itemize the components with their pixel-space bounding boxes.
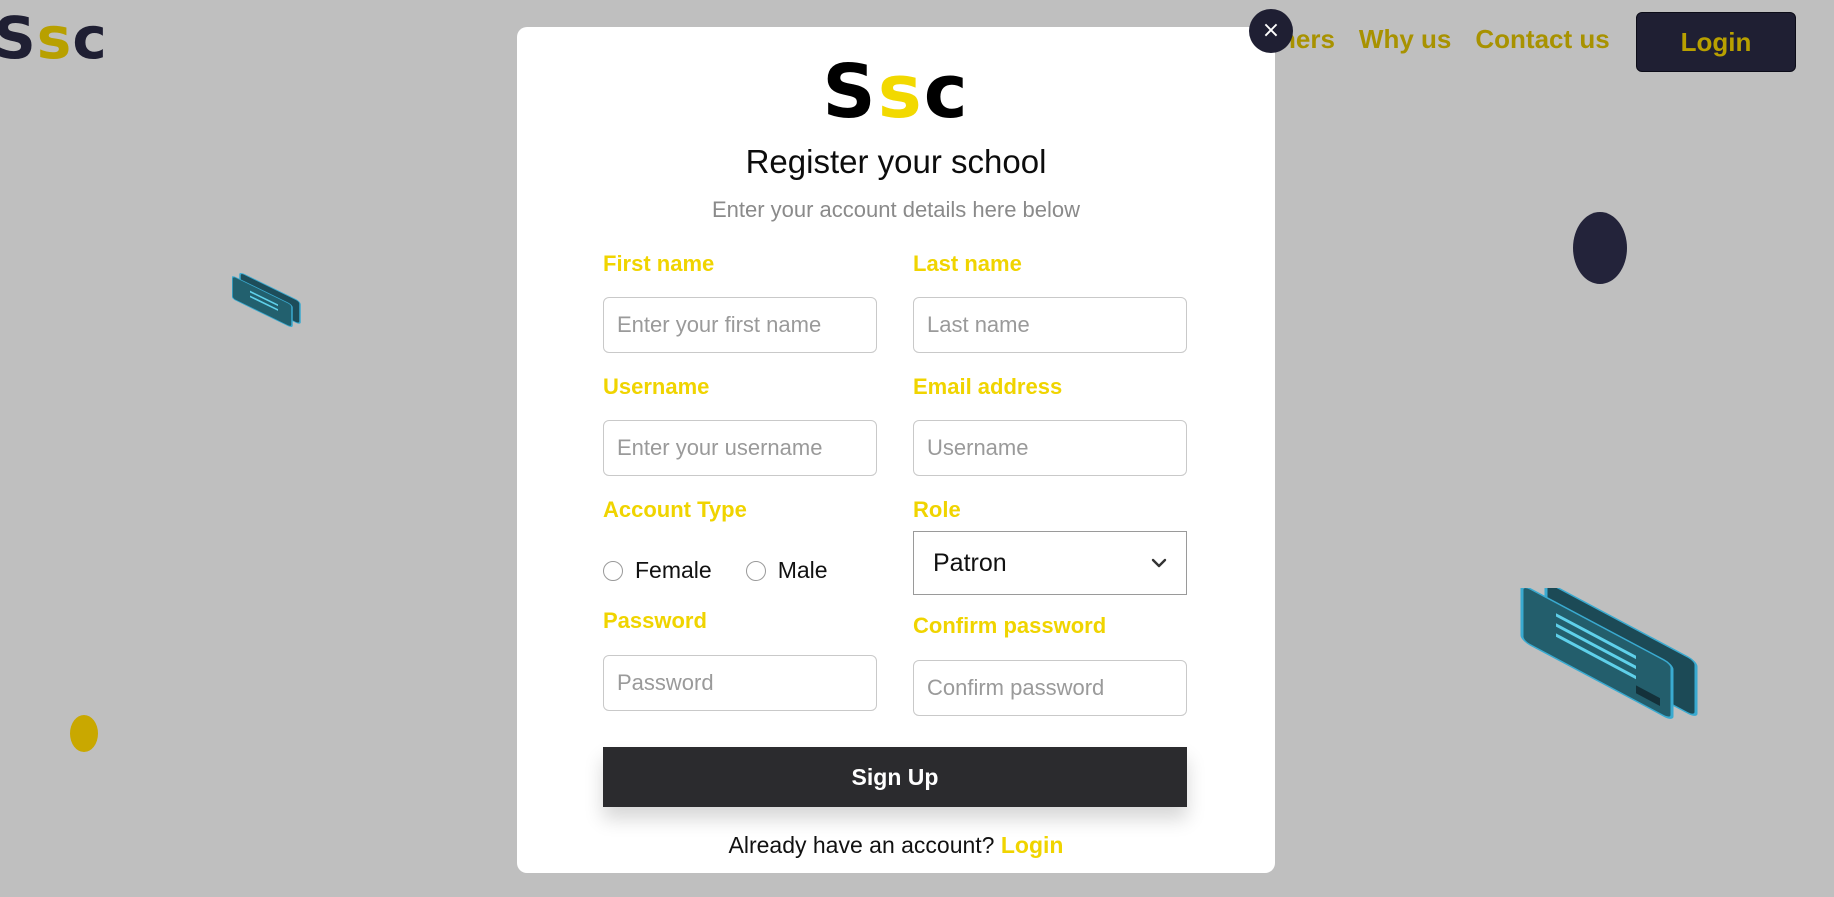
modal-title: Register your school (745, 143, 1047, 180)
logo-letter: S (0, 4, 37, 72)
logo-letter: S (822, 49, 878, 135)
role-select[interactable]: Patron (913, 531, 1187, 595)
username-label: Username (603, 374, 710, 399)
modal-logo: Ssc (517, 55, 1275, 129)
role-select-value: Patron (933, 548, 1007, 577)
logo-letter: s (877, 49, 924, 135)
confirm-password-input[interactable] (913, 660, 1187, 716)
account-type-radio-group: Female Male (603, 557, 862, 584)
login-prompt: Already have an account? Login (517, 832, 1275, 859)
username-input[interactable] (603, 420, 877, 476)
email-input[interactable] (913, 420, 1187, 476)
register-modal: Ssc Register your school Enter your acco… (517, 27, 1275, 873)
logo-letter: c (923, 49, 970, 135)
password-label: Password (603, 608, 707, 633)
radio-male[interactable] (745, 560, 766, 581)
account-type-label: Account Type (603, 497, 747, 522)
last-name-input[interactable] (913, 297, 1187, 353)
radio-label-male: Male (777, 557, 828, 583)
top-nav: ners Why us Contact us (1280, 24, 1610, 55)
first-name-label: First name (603, 251, 715, 276)
logo-letter: c (72, 4, 108, 72)
password-input[interactable] (603, 655, 877, 711)
chevron-down-icon (1151, 558, 1167, 568)
last-name-label: Last name (913, 251, 1022, 276)
radio-female[interactable] (603, 560, 623, 581)
credit-card-icon (1520, 588, 1698, 719)
site-logo: Ssc (0, 4, 108, 72)
role-label: Role (913, 497, 961, 522)
first-name-input[interactable] (603, 297, 877, 353)
login-prompt-text: Already have an account? (728, 832, 995, 858)
logo-letter: s (36, 4, 73, 72)
decorative-oval (1573, 212, 1627, 284)
sign-up-button[interactable]: Sign Up (603, 747, 1187, 807)
credit-card-icon (232, 272, 301, 327)
close-icon[interactable]: × (1249, 9, 1293, 53)
confirm-password-label: Confirm password (913, 613, 1107, 638)
nav-link-why-us[interactable]: Why us (1359, 24, 1451, 55)
decorative-oval (70, 715, 98, 752)
radio-label-female: Female (635, 557, 712, 583)
header-login-button[interactable]: Login (1636, 12, 1796, 72)
modal-subtitle: Enter your account details here below (711, 197, 1081, 222)
login-link[interactable]: Login (1001, 832, 1064, 858)
nav-link-contact-us[interactable]: Contact us (1475, 24, 1609, 55)
email-label: Email address (913, 374, 1063, 399)
